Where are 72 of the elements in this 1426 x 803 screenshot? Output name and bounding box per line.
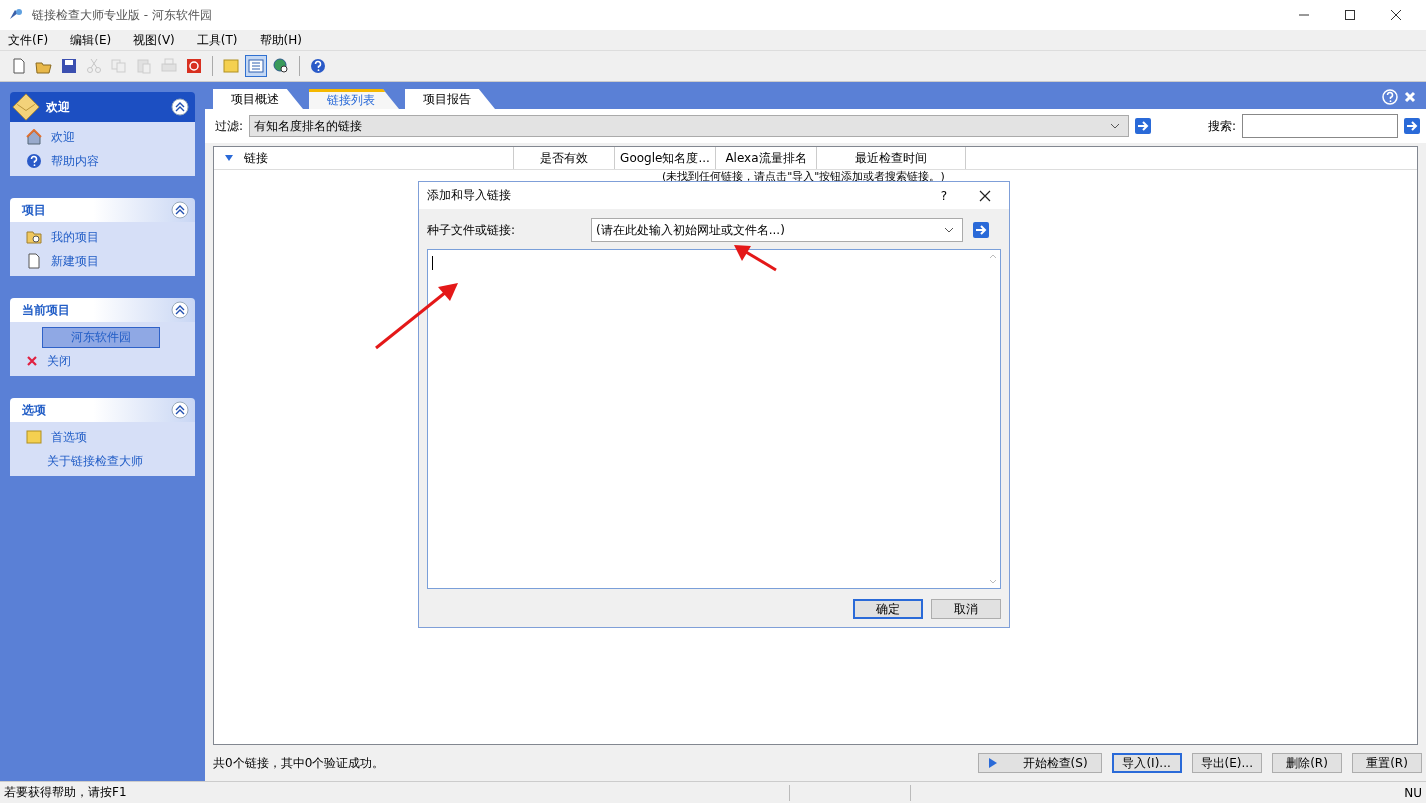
sidebar-item[interactable]: 帮助内容 (46, 150, 104, 172)
dialog-button[interactable]: 确定 (853, 599, 923, 619)
summary-text: 共0个链接，其中0个验证成功。 (213, 754, 385, 772)
menu-item[interactable]: 视图(V) (133, 31, 175, 49)
field-label: 种子文件或链接: (427, 221, 517, 239)
go-arrow-icon[interactable] (1135, 118, 1152, 134)
help-icon[interactable] (1382, 89, 1398, 105)
play-icon (988, 758, 997, 768)
collapse-icon[interactable] (171, 98, 189, 116)
panel-title: 欢迎 (46, 98, 71, 116)
url-field[interactable]: (请在此处输入初始网址或文件名...) (591, 218, 963, 242)
close-icon[interactable] (979, 189, 991, 202)
column-header[interactable]: Alexa流量排名 (716, 147, 817, 169)
envelope-icon (12, 93, 40, 121)
search-label: 搜索: (1207, 117, 1236, 135)
maximize-icon[interactable] (1344, 9, 1356, 21)
panel-title: 选项 (22, 401, 47, 419)
page-icon (26, 253, 42, 269)
collapse-icon[interactable] (171, 201, 189, 219)
annotation-arrow (734, 245, 777, 272)
empty-message: (未找到任何链接，请点击"导入"按钮添加或者搜索链接。) (662, 170, 945, 183)
filter-dropdown[interactable]: 有知名度排名的链接 (249, 115, 1130, 137)
sidebar-item[interactable]: 我的项目 (46, 226, 104, 248)
panel-title: 项目 (22, 201, 47, 219)
close-icon[interactable] (1390, 9, 1402, 21)
menu-item[interactable]: 工具(T) (196, 31, 238, 49)
sidebar-item[interactable]: 新建项目 (46, 250, 104, 272)
column-header[interactable]: 链接 (214, 147, 514, 169)
collapse-icon[interactable] (171, 301, 189, 319)
collapse-icon[interactable] (171, 401, 189, 419)
panel-header[interactable]: 当前项目 (10, 298, 195, 322)
panel-header[interactable]: 选项 (10, 398, 195, 422)
list-icon[interactable] (245, 55, 267, 77)
search-field[interactable] (1242, 114, 1398, 138)
action-button[interactable]: 导出(E)... (1191, 753, 1262, 773)
menu-item[interactable]: 编辑(E) (70, 31, 112, 49)
menu-item[interactable]: 帮助(H) (259, 31, 302, 49)
sidebar-item[interactable]: 欢迎 (46, 126, 80, 148)
action-button[interactable]: 开始检查(S) (977, 753, 1102, 773)
go-arrow-icon[interactable] (1404, 118, 1420, 134)
help-button[interactable]: ? (940, 188, 947, 203)
close-icon (26, 355, 38, 367)
action-button[interactable]: 重置(R) (1352, 753, 1422, 773)
dialog-button[interactable]: 取消 (931, 599, 1001, 619)
go-arrow-icon[interactable] (973, 222, 989, 238)
status-text: 若要获得帮助，请按F1 (3, 784, 128, 801)
chevron-down-icon (1110, 123, 1121, 129)
tab[interactable]: 项目概述 (213, 89, 303, 109)
note-icon (26, 429, 42, 445)
column-header[interactable]: 是否有效 (514, 147, 615, 169)
filter-label: 过滤: (215, 117, 244, 135)
tab[interactable]: 链接列表 (309, 89, 399, 109)
house-icon (26, 129, 42, 145)
sidebar-item[interactable]: 关于链接检查大师 (42, 450, 148, 472)
window-title: 链接检查大师专业版 - 河东软件园 (32, 6, 212, 24)
column-header[interactable]: 最近检查时间 (817, 147, 966, 169)
sidebar-item[interactable]: 首选项 (46, 426, 92, 448)
sort-arrow-icon (224, 154, 234, 162)
sidebar-item[interactable]: 关闭 (42, 350, 76, 372)
status-indicator: NU (1404, 785, 1423, 800)
menu-item[interactable]: 文件(F) (8, 31, 49, 49)
panel-header[interactable]: 项目 (10, 198, 195, 222)
dialog-title: 添加和导入链接 (427, 187, 511, 204)
folder-search-icon (26, 229, 42, 245)
help-icon (26, 153, 42, 169)
panel-header[interactable]: 欢迎 (10, 92, 195, 122)
column-header[interactable]: Google知名度... (615, 147, 716, 169)
action-button[interactable]: 导入(I)... (1111, 753, 1182, 773)
tab[interactable]: 项目报告 (405, 89, 495, 109)
action-button[interactable]: 删除(R) (1272, 753, 1342, 773)
chevron-down-icon[interactable] (944, 227, 954, 233)
panel-title: 当前项目 (22, 301, 71, 319)
